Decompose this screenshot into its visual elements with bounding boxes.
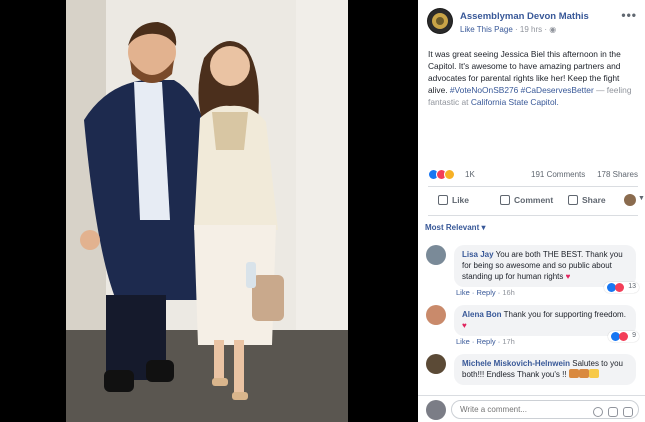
commenter-name[interactable]: Michele Miskovich-Helnwein [462, 359, 570, 368]
comment-bubble: Lisa Jay You are both THE BEST. Thank yo… [454, 245, 636, 287]
divider [428, 186, 638, 187]
reaction-count[interactable]: 1K [465, 170, 475, 179]
comment-reactions[interactable]: 9 [608, 331, 639, 342]
love-reaction-icon [615, 283, 625, 292]
screenshot-stage: Assemblyman Devon Mathis Like This Page … [0, 0, 645, 422]
reacting-as-avatar[interactable] [624, 194, 636, 206]
post-panel: Assemblyman Devon Mathis Like This Page … [418, 0, 645, 422]
comment-button-label: Comment [514, 195, 554, 205]
location-link[interactable]: California State Capitol. [471, 97, 559, 107]
wow-reaction-icon [444, 169, 455, 180]
photo-illustration [66, 0, 348, 422]
post-photo[interactable] [66, 0, 348, 422]
reaction-icons[interactable] [428, 169, 464, 180]
share-button[interactable]: Share [568, 195, 606, 205]
current-user-avatar[interactable] [426, 400, 446, 420]
commenter-avatar[interactable] [426, 245, 446, 265]
comment-bubble: Michele Miskovich-Helnwein Salutes to yo… [454, 354, 636, 385]
hashtag-link[interactable]: #CaDeservesBetter [521, 85, 594, 95]
comment-item: Alena Bon Thank you for supporting freed… [426, 305, 641, 349]
post-meta: Like This Page · 19 hrs · ◉ [460, 25, 556, 34]
gif-icon[interactable] [623, 407, 633, 417]
caret-down-icon: ▾ [481, 223, 486, 232]
more-options-icon[interactable]: ••• [621, 8, 637, 22]
comment-like-link[interactable]: Like [456, 288, 470, 297]
commenter-avatar[interactable] [426, 354, 446, 374]
comment-reaction-count: 13 [628, 283, 636, 290]
comment-sort-label: Most Relevant [425, 223, 480, 232]
comment-button[interactable]: Comment [500, 195, 553, 205]
divider [428, 215, 638, 216]
comment-reactions[interactable]: 13 [604, 282, 639, 293]
share-button-label: Share [582, 195, 606, 205]
comment-actions: Like · Reply · 16h [456, 288, 515, 297]
page-name[interactable]: Assemblyman Devon Mathis [460, 11, 589, 22]
commenter-avatar[interactable] [426, 305, 446, 325]
comment-count[interactable]: 191 Comments [531, 170, 585, 179]
comment-sort-dropdown[interactable]: Most Relevant ▾ [425, 223, 485, 232]
comment-like-link[interactable]: Like [456, 337, 470, 346]
comment-time[interactable]: 17h [502, 337, 515, 346]
emoji-icon [568, 369, 599, 379]
thumbs-up-icon [438, 195, 448, 205]
post-time[interactable]: 19 hrs [520, 25, 542, 34]
comment-reply-link[interactable]: Reply [476, 337, 495, 346]
post-actions: Like Comment Share ▼ [428, 191, 645, 211]
share-icon [568, 195, 578, 205]
post-text: It was great seeing Jessica Biel this af… [428, 48, 640, 108]
comment-time[interactable]: 16h [502, 288, 515, 297]
comment-input-icons [588, 404, 633, 417]
comment-icon [500, 195, 510, 205]
comment-actions: Like · Reply · 17h [456, 337, 515, 346]
heart-icon: ♥ [462, 321, 467, 330]
comment-item: Lisa Jay You are both THE BEST. Thank yo… [426, 245, 641, 297]
write-comment-bar [418, 395, 645, 422]
like-page-link[interactable]: Like This Page [460, 25, 513, 34]
chevron-down-icon[interactable]: ▼ [638, 195, 645, 202]
camera-icon[interactable] [608, 407, 618, 417]
post-header: Assemblyman Devon Mathis Like This Page … [427, 8, 637, 38]
seal-icon [428, 9, 452, 33]
hashtag-link[interactable]: #VoteNoOnSB276 [450, 85, 518, 95]
heart-icon: ♥ [565, 272, 571, 281]
comment-item: Michele Miskovich-Helnwein Salutes to yo… [426, 354, 641, 394]
share-count[interactable]: 178 Shares [597, 170, 638, 179]
commenter-name[interactable]: Alena Bon [462, 310, 502, 319]
page-avatar[interactable] [427, 8, 453, 34]
like-button[interactable]: Like [438, 195, 469, 205]
comment-text: Thank you for supporting freedom. [503, 310, 626, 319]
comment-reply-link[interactable]: Reply [476, 288, 495, 297]
love-reaction-icon [619, 332, 629, 341]
commenter-name[interactable]: Lisa Jay [462, 250, 494, 259]
comment-bubble: Alena Bon Thank you for supporting freed… [454, 305, 636, 336]
emoji-icon[interactable] [593, 407, 603, 417]
comment-reaction-count: 9 [632, 332, 636, 339]
post-stats: 1K 191 Comments 178 Shares [428, 169, 638, 181]
like-button-label: Like [452, 195, 470, 205]
globe-icon: ◉ [549, 25, 557, 34]
